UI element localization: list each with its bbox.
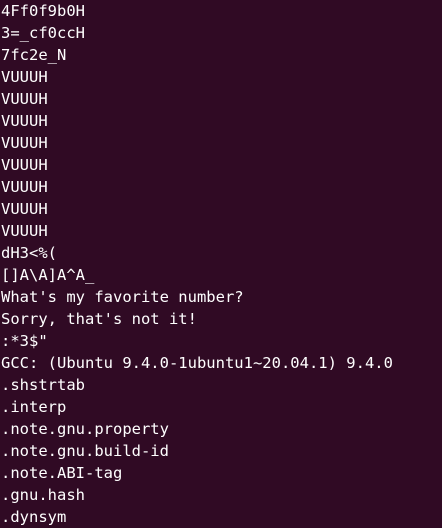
terminal-line: VUUUH bbox=[1, 222, 48, 240]
terminal-line: VUUUH bbox=[1, 90, 48, 108]
terminal-line: .note.gnu.build-id bbox=[1, 442, 169, 460]
terminal-line: 7fc2e_N bbox=[1, 46, 67, 64]
terminal-line: dH3<%( bbox=[1, 244, 57, 262]
terminal-output: 4Ff0f9b0H 3=_cf0ccH 7fc2e_N VUUUH VUUUH … bbox=[1, 0, 393, 528]
terminal-line: GCC: (Ubuntu 9.4.0-1ubuntu1~20.04.1) 9.4… bbox=[1, 354, 393, 372]
terminal-line: VUUUH bbox=[1, 112, 48, 130]
terminal-line: .note.gnu.property bbox=[1, 420, 169, 438]
terminal-line: What's my favorite number? bbox=[1, 288, 244, 306]
terminal-line: .shstrtab bbox=[1, 376, 85, 394]
terminal-line: .gnu.hash bbox=[1, 486, 85, 504]
terminal-line: :*3$" bbox=[1, 332, 48, 350]
terminal-line: .note.ABI-tag bbox=[1, 464, 123, 482]
terminal-window[interactable]: 4Ff0f9b0H 3=_cf0ccH 7fc2e_N VUUUH VUUUH … bbox=[0, 0, 442, 528]
terminal-line: []A\A]A^A_ bbox=[1, 266, 95, 284]
terminal-line: VUUUH bbox=[1, 68, 48, 86]
terminal-line: 3=_cf0ccH bbox=[1, 24, 85, 42]
terminal-line: Sorry, that's not it! bbox=[1, 310, 197, 328]
terminal-line: 4Ff0f9b0H bbox=[1, 2, 85, 20]
terminal-line: VUUUH bbox=[1, 178, 48, 196]
terminal-line: .dynsym bbox=[1, 508, 67, 526]
terminal-line: .interp bbox=[1, 398, 67, 416]
terminal-line: VUUUH bbox=[1, 156, 48, 174]
terminal-line: VUUUH bbox=[1, 134, 48, 152]
terminal-line: VUUUH bbox=[1, 200, 48, 218]
